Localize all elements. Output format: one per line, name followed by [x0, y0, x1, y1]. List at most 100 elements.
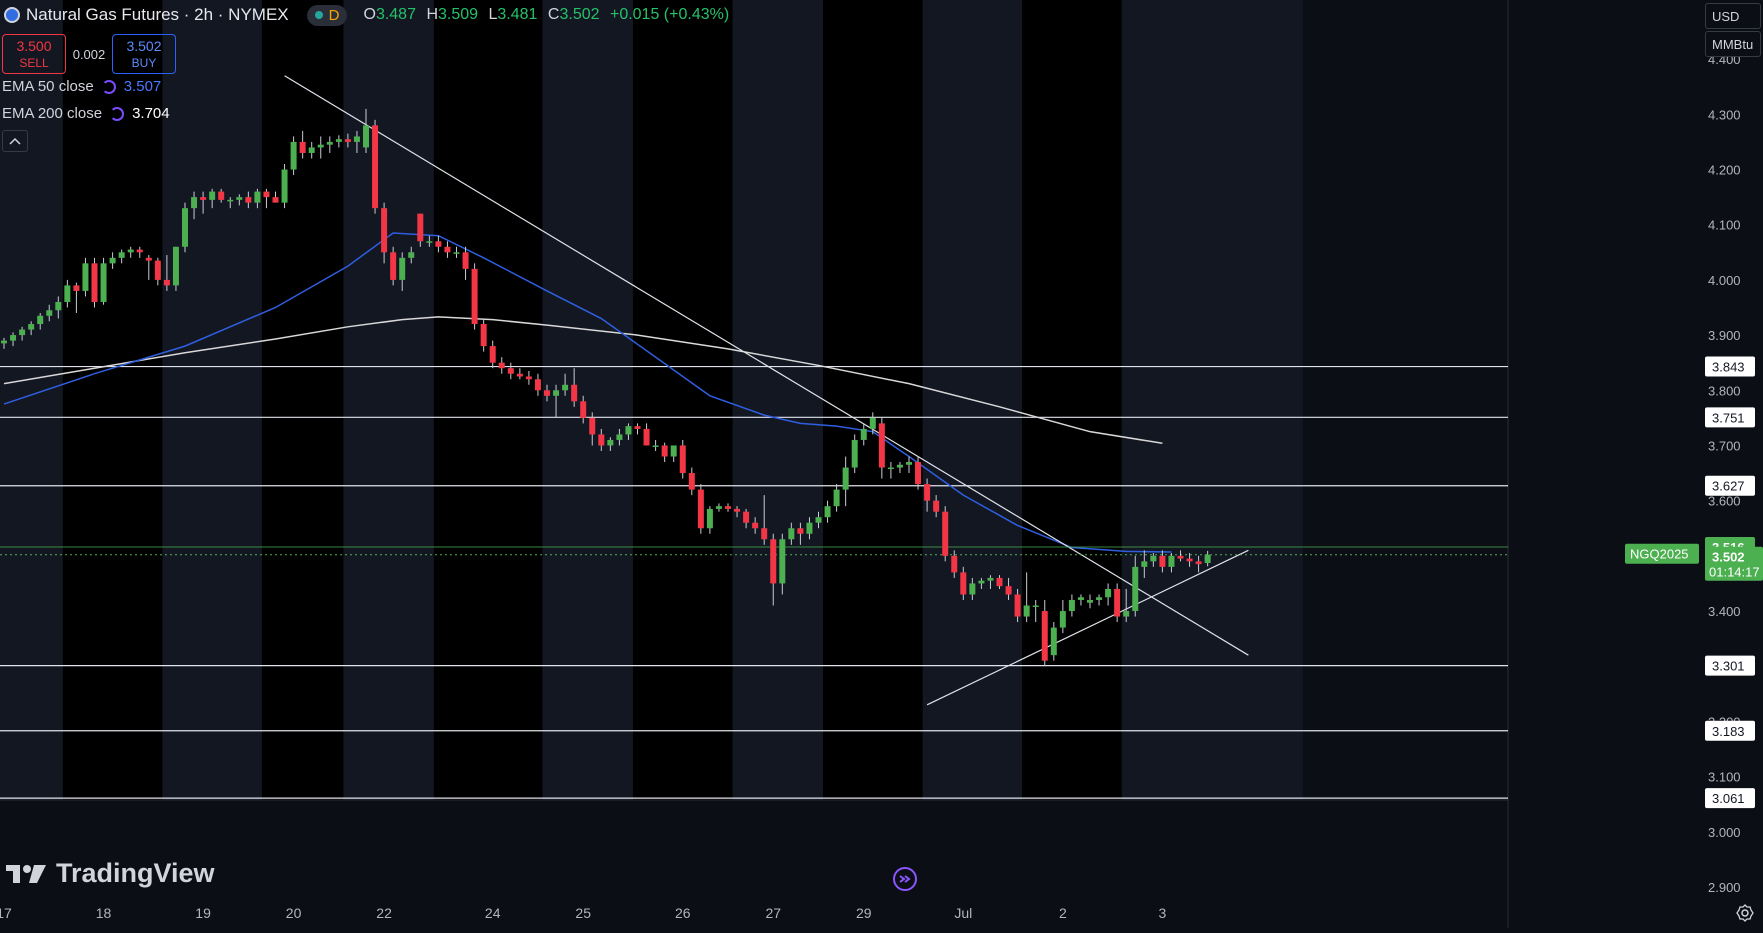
candle-body [82, 263, 89, 291]
candle-body [706, 508, 713, 529]
ohlc-values: O3.487 H3.509 L3.481 C3.502 +0.015 (+0.4… [363, 6, 735, 24]
candle-body [426, 241, 433, 243]
candle-body [209, 191, 216, 200]
candle-body [308, 147, 315, 153]
x-tick-label: 24 [485, 905, 501, 921]
candle-body [55, 301, 62, 311]
candle-body [1087, 599, 1093, 603]
scroll-to-realtime-icon[interactable] [892, 866, 918, 892]
candle-body [833, 489, 840, 507]
candle-body [571, 384, 578, 402]
candle-body [1123, 611, 1130, 617]
session-band-dark [823, 0, 923, 800]
session-band [732, 0, 824, 800]
buy-label: BUY [131, 56, 157, 70]
candle-body [715, 506, 722, 509]
candle-body [109, 257, 116, 264]
collapse-legend-button[interactable] [2, 130, 28, 152]
candle-body [28, 324, 35, 330]
candle-body [417, 213, 424, 242]
tradingview-mark-icon [6, 864, 46, 883]
candle-body [1023, 605, 1030, 617]
candle-body [525, 376, 532, 380]
y-tick-label: 4.300 [1708, 107, 1741, 122]
candle-body [399, 257, 406, 280]
indicator-ema200[interactable]: EMA 200 close 3.704 [2, 105, 170, 122]
candle-body [64, 285, 71, 302]
candle-body [317, 144, 324, 148]
indicator-ema50[interactable]: EMA 50 close 3.507 [2, 78, 161, 95]
candle-body [1096, 597, 1103, 600]
candle-body [734, 508, 741, 512]
session-band [162, 0, 262, 800]
candle-body [806, 522, 813, 534]
symbol-title[interactable]: Natural Gas Futures · 2h · NYMEX [26, 5, 289, 25]
candle-body [154, 260, 161, 280]
candle-body [1186, 558, 1193, 562]
sell-price: 3.500 [16, 38, 52, 54]
unit-button[interactable]: MMBtu [1705, 31, 1761, 57]
candle-body [335, 139, 342, 142]
candle-body [136, 249, 143, 253]
candle-body [408, 252, 415, 258]
x-tick-label: 3 [1159, 905, 1167, 921]
level-price-label: 3.627 [1712, 479, 1745, 494]
y-tick-label: 4.100 [1708, 218, 1741, 233]
y-tick-label: 3.400 [1708, 604, 1741, 619]
candle-body [725, 506, 731, 509]
y-tick-label: 4.200 [1708, 163, 1741, 178]
chart-stage[interactable]: 2.9003.0003.1003.2003.3003.4003.5003.600… [0, 0, 1763, 928]
candle-body [688, 473, 695, 490]
loading-spinner-icon [101, 79, 116, 94]
ohlc-high-key: H [426, 6, 438, 23]
candle-body [1050, 627, 1057, 656]
candle-body [942, 511, 949, 556]
candle-body [453, 252, 460, 254]
candle-body [761, 528, 768, 540]
candle-body [353, 136, 360, 142]
candle-body [163, 279, 170, 286]
candle-body [1014, 594, 1021, 617]
candle-body [1150, 555, 1157, 562]
candle-body [290, 141, 297, 170]
candle-body [815, 517, 822, 523]
y-tick-label: 3.100 [1708, 770, 1741, 785]
candle-body [580, 401, 587, 418]
candle-body [127, 249, 134, 253]
sell-button[interactable]: 3.500 SELL [2, 34, 66, 74]
indicator-ema50-label: EMA 50 close [2, 78, 94, 95]
buy-price: 3.502 [126, 38, 162, 54]
candle-body [1032, 605, 1039, 608]
candle-body [435, 241, 442, 247]
symbol-logo-icon [4, 7, 20, 23]
candle-body [1204, 554, 1211, 564]
candle-body [145, 257, 152, 261]
trade-panel: 3.500 SELL 0.002 3.502 BUY [2, 34, 176, 74]
price-chart[interactable]: 2.9003.0003.1003.2003.3003.4003.5003.600… [0, 0, 1763, 928]
candle-body [697, 489, 704, 529]
candle-body [869, 417, 876, 429]
candle-body [1077, 597, 1084, 600]
candle-body [118, 252, 125, 258]
candle-body [960, 572, 967, 595]
chevron-up-icon [9, 137, 21, 145]
candle-body [10, 335, 17, 341]
x-tick-label: 22 [376, 905, 392, 921]
candle-body [218, 191, 225, 200]
candle-body [679, 445, 686, 474]
candle-body [625, 426, 632, 435]
currency-button[interactable]: USD [1705, 3, 1761, 29]
candle-body [770, 539, 777, 584]
candle-body [906, 462, 912, 465]
candle-body [507, 368, 514, 374]
candle-body [797, 528, 804, 534]
candle-body [390, 252, 397, 280]
time-axis-area [0, 800, 1508, 928]
candle-body [1177, 555, 1184, 559]
buy-button[interactable]: 3.502 BUY [112, 34, 176, 74]
market-status-pill[interactable]: D [306, 4, 348, 26]
candle-body [372, 125, 379, 209]
settings-gear-icon[interactable] [1736, 904, 1754, 922]
candle-body [498, 362, 505, 369]
y-tick-label: 3.700 [1708, 438, 1741, 453]
